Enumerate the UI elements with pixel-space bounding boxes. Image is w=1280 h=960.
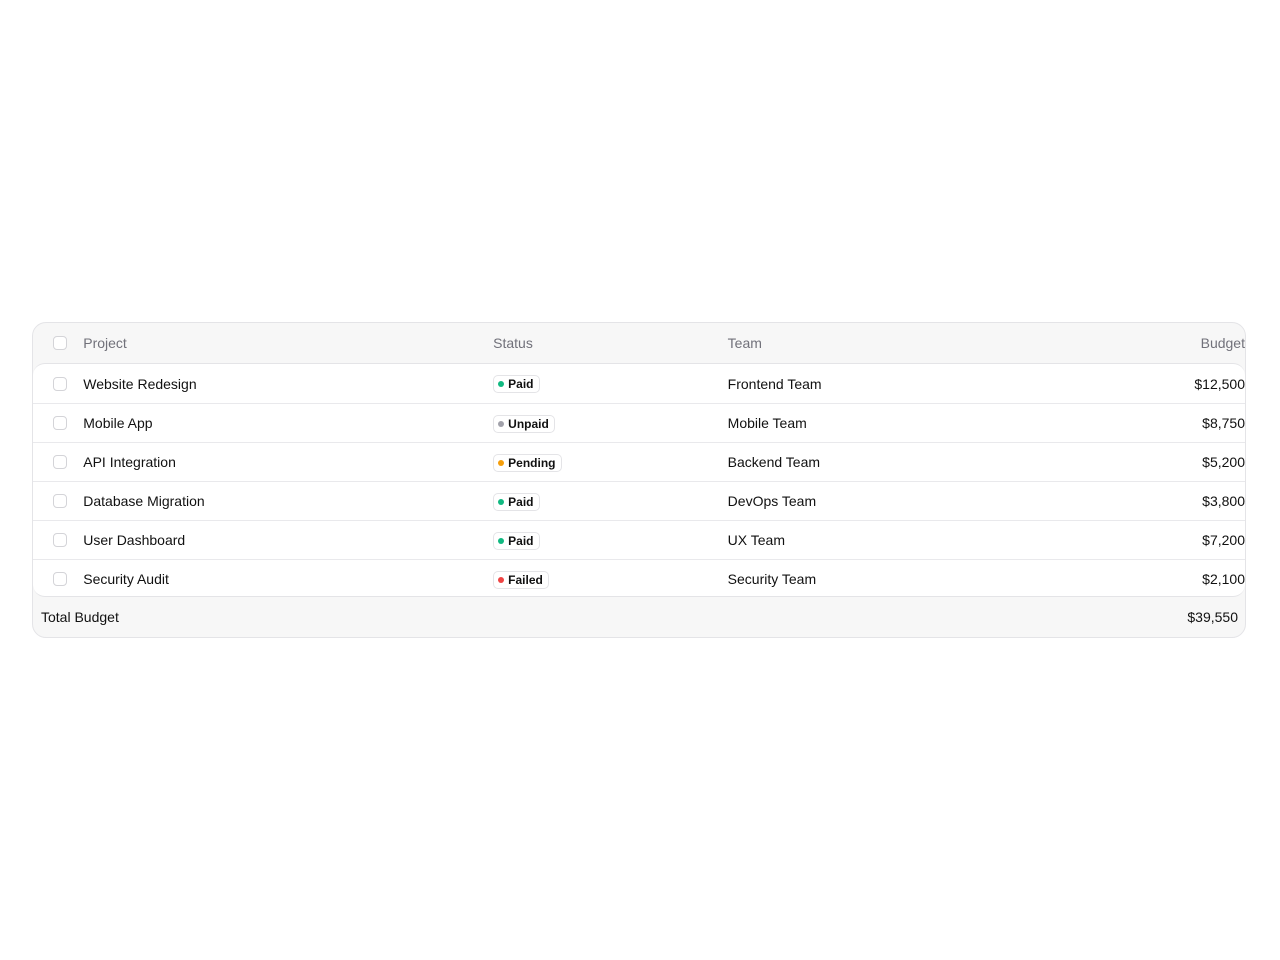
status-label: Pending — [508, 455, 556, 470]
projects-table: Project Status Team Budget Website Redes… — [32, 322, 1246, 638]
project-name: User Dashboard — [83, 532, 186, 548]
table-row[interactable]: Website Redesign Paid Frontend Team $12,… — [33, 364, 1245, 403]
budget-value: $7,200 — [1202, 532, 1245, 548]
budget-value: $2,100 — [1202, 571, 1245, 587]
status-badge: Paid — [493, 492, 540, 511]
status-label: Unpaid — [508, 416, 549, 431]
column-header-budget[interactable]: Budget — [1102, 335, 1245, 351]
table-row[interactable]: Database Migration Paid DevOps Team $3,8… — [33, 481, 1245, 520]
total-budget-value: $39,550 — [1187, 609, 1238, 625]
team-name: Mobile Team — [727, 415, 807, 431]
table-row[interactable]: API Integration Pending Backend Team $5,… — [33, 442, 1245, 481]
table-body: Website Redesign Paid Frontend Team $12,… — [33, 363, 1245, 597]
row-checkbox[interactable] — [53, 572, 68, 586]
table-header: Project Status Team Budget — [33, 323, 1245, 363]
status-dot-icon — [498, 576, 505, 583]
row-checkbox[interactable] — [53, 416, 68, 430]
select-all-cell — [33, 336, 68, 350]
column-header-team[interactable]: Team — [728, 335, 1102, 351]
status-label: Paid — [508, 377, 534, 391]
status-badge: Unpaid — [493, 414, 555, 433]
team-name: DevOps Team — [727, 493, 817, 509]
status-badge: Paid — [493, 531, 540, 550]
status-label: Failed — [508, 572, 543, 587]
row-checkbox[interactable] — [53, 533, 68, 547]
column-header-status[interactable]: Status — [493, 335, 728, 351]
status-badge: Failed — [493, 570, 549, 589]
project-name: Security Audit — [83, 571, 169, 587]
column-header-project[interactable]: Project — [83, 335, 493, 351]
status-dot-icon — [498, 498, 505, 505]
table-row[interactable]: Security Audit Failed Security Team $2,1… — [33, 559, 1245, 596]
total-budget-label: Total Budget — [41, 609, 119, 625]
row-checkbox[interactable] — [53, 376, 68, 391]
project-name: Website Redesign — [83, 375, 197, 392]
row-checkbox[interactable] — [53, 455, 68, 469]
status-dot-icon — [498, 537, 505, 544]
budget-value: $8,750 — [1202, 415, 1245, 431]
table-row[interactable]: User Dashboard Paid UX Team $7,200 — [33, 520, 1245, 559]
status-badge: Pending — [493, 453, 562, 472]
team-name: Backend Team — [727, 454, 821, 470]
budget-value: $3,800 — [1202, 493, 1245, 509]
status-label: Paid — [508, 533, 534, 548]
table-row[interactable]: Mobile App Unpaid Mobile Team $8,750 — [33, 403, 1245, 442]
project-name: API Integration — [83, 454, 176, 470]
status-badge: Paid — [493, 375, 540, 393]
status-dot-icon — [498, 459, 505, 466]
row-checkbox[interactable] — [53, 494, 68, 508]
team-name: UX Team — [727, 532, 785, 548]
budget-value: $5,200 — [1202, 454, 1245, 470]
team-name: Security Team — [727, 571, 817, 587]
status-label: Paid — [508, 494, 534, 509]
table-footer: Total Budget $39,550 — [33, 597, 1245, 637]
select-all-checkbox[interactable] — [53, 336, 68, 350]
status-dot-icon — [498, 420, 505, 427]
project-name: Mobile App — [83, 415, 153, 431]
team-name: Frontend Team — [727, 375, 822, 392]
budget-value: $12,500 — [1194, 375, 1245, 392]
status-dot-icon — [498, 381, 505, 387]
project-name: Database Migration — [83, 493, 205, 509]
